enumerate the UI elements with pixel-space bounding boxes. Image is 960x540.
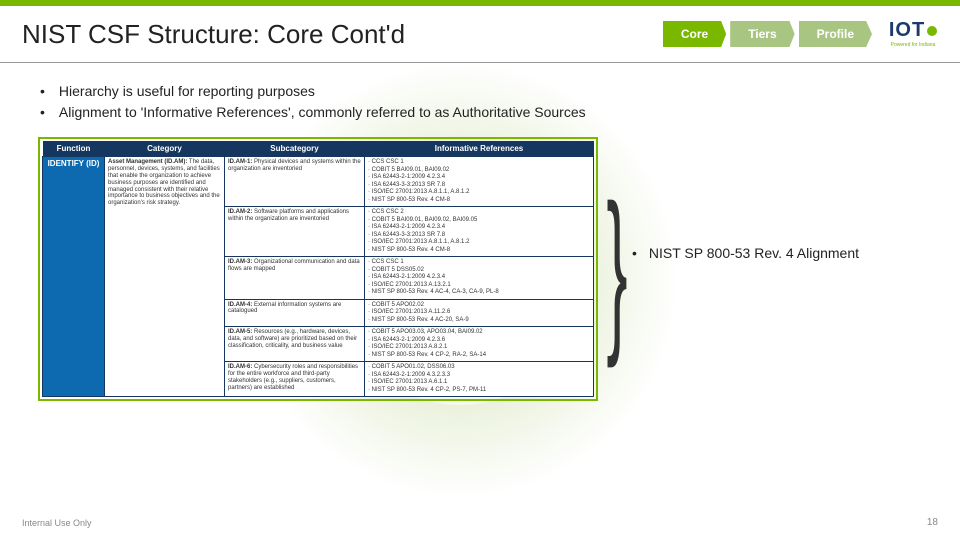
subcategory-cell: ID.AM-6: Cybersecurity roles and respons…	[225, 362, 365, 397]
callout-text: NIST SP 800-53 Rev. 4 Alignment	[632, 245, 859, 261]
function-cell: IDENTIFY (ID)	[43, 157, 105, 397]
subcategory-cell: ID.AM-3: Organizational communication an…	[225, 257, 365, 300]
nav-pills: Core Tiers Profile	[663, 21, 872, 47]
th-subcategory: Subcategory	[225, 141, 365, 157]
refs-cell: · CCS CSC 1· COBIT 5 BAI09.01, BAI09.02·…	[365, 157, 594, 207]
refs-cell: · CCS CSC 2· COBIT 5 BAI09.01, BAI09.02,…	[365, 207, 594, 257]
page-number: 18	[927, 517, 938, 528]
refs-cell: · COBIT 5 APO02.02· ISO/IEC 27001:2013 A…	[365, 299, 594, 327]
page-title: NIST CSF Structure: Core Cont'd	[22, 19, 405, 50]
logo-text: IOT	[889, 19, 925, 41]
th-refs: Informative References	[365, 141, 594, 157]
subcategory-cell: ID.AM-5: Resources (e.g., hardware, devi…	[225, 327, 365, 362]
refs-cell: · COBIT 5 APO01.02, DSS06.03· ISA 62443-…	[365, 362, 594, 397]
refs-cell: · CCS CSC 1· COBIT 5 DSS05.02· ISA 62443…	[365, 257, 594, 300]
category-cell: Asset Management (ID.AM): The data, pers…	[105, 157, 225, 397]
subcategory-cell: ID.AM-1: Physical devices and systems wi…	[225, 157, 365, 207]
th-function: Function	[43, 141, 105, 157]
th-category: Category	[105, 141, 225, 157]
brace-icon: }	[614, 137, 620, 401]
subcategory-cell: ID.AM-4: External information systems ar…	[225, 299, 365, 327]
bullet-1: Hierarchy is useful for reporting purpos…	[40, 81, 928, 102]
refs-cell: · COBIT 5 APO03.03, APO03.04, BAI09.02· …	[365, 327, 594, 362]
bullet-2: Alignment to 'Informative References', c…	[40, 102, 928, 123]
footer-classification: Internal Use Only	[22, 518, 92, 528]
csf-table: Function Category Subcategory Informativ…	[38, 137, 598, 401]
header: NIST CSF Structure: Core Cont'd Core Tie…	[0, 6, 960, 63]
logo: IOT Powered for Indiana	[884, 14, 942, 54]
nav-core: Core	[663, 21, 726, 47]
nav-tiers: Tiers	[730, 21, 794, 47]
nav-profile: Profile	[799, 21, 872, 47]
subcategory-cell: ID.AM-2: Software platforms and applicat…	[225, 207, 365, 257]
logo-sub: Powered for Indiana	[891, 42, 936, 48]
bullet-list: Hierarchy is useful for reporting purpos…	[32, 81, 928, 123]
